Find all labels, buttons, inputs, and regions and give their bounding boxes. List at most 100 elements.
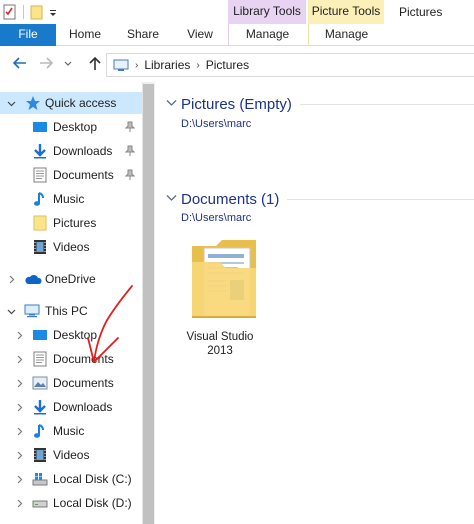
forward-arrow-icon bbox=[39, 56, 55, 73]
chevron-right-icon[interactable] bbox=[14, 330, 24, 340]
chevron-right-icon: › bbox=[196, 59, 200, 71]
star-icon bbox=[25, 95, 41, 111]
nav-label: Videos bbox=[53, 240, 90, 254]
nav-label: Quick access bbox=[45, 96, 117, 110]
tab-view[interactable]: View bbox=[172, 24, 228, 46]
chevron-down-icon[interactable] bbox=[6, 98, 16, 108]
customize-toolbar-icon[interactable] bbox=[49, 4, 57, 20]
tab-picture-manage[interactable]: Manage bbox=[308, 24, 384, 46]
chevron-down-icon[interactable] bbox=[166, 98, 178, 110]
tab-home[interactable]: Home bbox=[56, 24, 114, 46]
nav-label: Documents bbox=[53, 376, 114, 390]
properties-icon[interactable] bbox=[2, 4, 18, 20]
group-divider bbox=[287, 198, 474, 200]
nav-quick-access[interactable]: Quick access bbox=[0, 92, 142, 114]
tab-library-manage[interactable]: Manage bbox=[228, 24, 306, 46]
breadcrumb-libraries[interactable]: Libraries bbox=[144, 58, 190, 72]
folder-label[interactable]: Visual Studio 2013 bbox=[176, 330, 264, 358]
chevron-right-icon[interactable] bbox=[14, 450, 24, 460]
chevron-down-icon bbox=[63, 57, 73, 71]
up-arrow-icon bbox=[88, 55, 102, 74]
nav-qa-desktop[interactable]: Desktop bbox=[0, 116, 142, 138]
nav-label: Downloads bbox=[53, 144, 113, 158]
nav-this-pc[interactable]: This PC bbox=[0, 300, 142, 322]
desktop-icon bbox=[32, 327, 48, 343]
chevron-down-icon[interactable] bbox=[166, 193, 178, 205]
documents-icon bbox=[32, 167, 48, 183]
picture-tools-context-tab: Picture Tools bbox=[308, 0, 384, 24]
back-button[interactable] bbox=[10, 54, 28, 74]
computer-icon bbox=[24, 303, 40, 319]
quick-access-toolbar bbox=[2, 2, 57, 22]
group-path: D:\Users\marc bbox=[181, 212, 252, 224]
nav-label: Downloads bbox=[53, 400, 113, 414]
nav-pc-local-disk-c[interactable]: Local Disk (C:) bbox=[0, 468, 142, 490]
chevron-right-icon[interactable] bbox=[14, 378, 24, 388]
videos-icon bbox=[32, 239, 48, 255]
window-title: Pictures bbox=[399, 5, 443, 19]
nav-label: This PC bbox=[45, 304, 88, 318]
nav-label: Videos bbox=[53, 448, 90, 462]
group-header-documents[interactable]: Documents (1) bbox=[166, 188, 474, 210]
videos-icon bbox=[32, 447, 48, 463]
chevron-right-icon[interactable] bbox=[14, 426, 24, 436]
library-tools-context-tab: Library Tools bbox=[228, 0, 306, 24]
chevron-right-icon[interactable] bbox=[14, 354, 24, 364]
nav-onedrive[interactable]: OneDrive bbox=[0, 268, 142, 290]
chevron-right-icon[interactable] bbox=[6, 274, 16, 284]
group-header-pictures[interactable]: Pictures (Empty) bbox=[166, 93, 474, 115]
tab-share[interactable]: Share bbox=[114, 24, 172, 46]
nav-label: Music bbox=[53, 424, 85, 438]
forward-button[interactable] bbox=[38, 54, 56, 74]
drive-icon bbox=[32, 495, 48, 511]
cloud-icon bbox=[24, 272, 42, 288]
folder-label-line2: 2013 bbox=[207, 345, 233, 357]
nav-label: Documents bbox=[53, 168, 114, 182]
downloads-icon bbox=[32, 399, 48, 415]
folder-icon bbox=[32, 215, 48, 231]
nav-label: Music bbox=[53, 192, 85, 206]
nav-pc-documents[interactable]: Documents bbox=[0, 348, 142, 370]
nav-qa-pictures[interactable]: Pictures bbox=[0, 212, 142, 234]
group-path: D:\Users\marc bbox=[181, 118, 252, 130]
pin-icon[interactable] bbox=[124, 145, 136, 157]
nav-label: Local Disk (C:) bbox=[53, 472, 132, 486]
up-button[interactable] bbox=[86, 54, 104, 74]
recent-locations-button[interactable] bbox=[62, 54, 74, 74]
group-divider bbox=[299, 103, 474, 105]
downloads-icon bbox=[32, 143, 48, 159]
back-arrow-icon bbox=[11, 56, 27, 73]
nav-qa-music[interactable]: Music bbox=[0, 188, 142, 210]
nav-qa-documents[interactable]: Documents bbox=[0, 164, 142, 186]
chevron-right-icon[interactable] bbox=[14, 498, 24, 508]
folder-label-line1: Visual Studio bbox=[186, 331, 254, 343]
pin-icon[interactable] bbox=[124, 169, 136, 181]
nav-pc-local-disk-d[interactable]: Local Disk (D:) bbox=[0, 492, 142, 514]
nav-pc-desktop[interactable]: Desktop bbox=[0, 324, 142, 346]
music-icon bbox=[32, 191, 48, 207]
chevron-right-icon[interactable] bbox=[14, 402, 24, 412]
chevron-right-icon[interactable] bbox=[14, 474, 24, 484]
nav-label: Local Disk (D:) bbox=[53, 496, 132, 510]
toolbar-divider bbox=[23, 5, 24, 19]
windows-drive-icon bbox=[32, 471, 48, 487]
nav-pc-music[interactable]: Music bbox=[0, 420, 142, 442]
breadcrumb-pictures[interactable]: Pictures bbox=[206, 58, 249, 72]
nav-qa-downloads[interactable]: Downloads bbox=[0, 140, 142, 162]
nav-pc-videos[interactable]: Videos bbox=[0, 444, 142, 466]
chevron-down-icon[interactable] bbox=[6, 306, 16, 316]
nav-qa-videos[interactable]: Videos bbox=[0, 236, 142, 258]
scrollbar-thumb[interactable] bbox=[143, 84, 154, 524]
address-bar[interactable]: › Libraries › Pictures bbox=[106, 53, 474, 77]
libraries-icon bbox=[113, 59, 129, 71]
nav-pc-downloads[interactable]: Downloads bbox=[0, 396, 142, 418]
nav-pc-documents-library[interactable]: Documents bbox=[0, 372, 142, 394]
nav-label: Desktop bbox=[53, 120, 98, 134]
navigation-bar: › Libraries › Pictures bbox=[0, 50, 474, 80]
desktop-icon bbox=[32, 119, 48, 135]
chevron-right-icon: › bbox=[135, 59, 139, 71]
new-folder-icon[interactable] bbox=[29, 4, 45, 20]
title-bar: Library Tools Picture Tools Pictures bbox=[0, 0, 474, 24]
tab-file[interactable]: File bbox=[0, 24, 56, 46]
pin-icon[interactable] bbox=[124, 121, 136, 133]
